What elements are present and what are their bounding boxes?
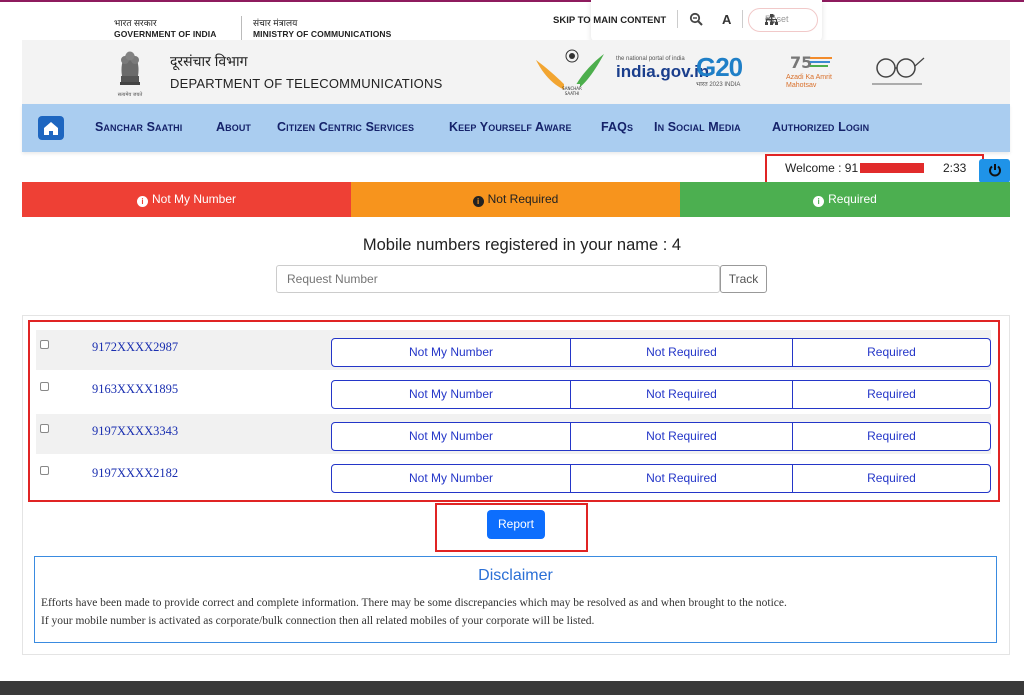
tab-label: Not Required [487,192,559,206]
logout-power-icon[interactable] [979,159,1010,183]
home-icon[interactable] [38,116,64,140]
department-hindi-title: दूरसंचार विभाग [170,53,248,69]
tab-required[interactable]: i Required [680,182,1010,217]
info-icon: i [813,196,825,207]
request-number-input[interactable] [276,265,720,293]
nav-authorized-login[interactable]: Authorized Login [772,120,869,134]
sitemap-icon[interactable] [765,14,778,29]
gov-hindi-text: भारत सरकार [114,18,157,28]
nav-faqs[interactable]: FAQs [601,120,633,134]
reset-button[interactable]: Reset [748,8,818,32]
info-icon: i [136,196,148,207]
government-strip: भारत सरकार GOVERNMENT OF INDIA संचार मंत… [0,2,1024,40]
g20-tagline: भारत 2023 INDIA [696,82,741,88]
disclaimer-title: Disclaimer [478,567,553,584]
tab-not-required[interactable]: i Not Required [351,182,680,217]
disclaimer-line-2: If your mobile number is activated as co… [41,615,595,627]
ministry-label: संचार मंत्रालय MINISTRY OF COMMUNICATION… [253,18,391,40]
nav-keep-yourself-aware[interactable]: Keep Yourself Aware [449,120,572,134]
svg-text:SAATHI: SAATHI [565,91,580,96]
tab-not-my-number[interactable]: i Not My Number [22,182,351,217]
page-heading: Mobile numbers registered in your name :… [362,236,682,254]
gov-separator [241,16,242,40]
g20-logo: G20 भारत 2023 INDIA [696,52,743,88]
nav-in-social-media[interactable]: In Social Media [654,120,741,134]
gov-english-text: GOVERNMENT OF INDIA [114,29,217,39]
ministry-english-text: MINISTRY OF COMMUNICATIONS [253,29,392,39]
tab-label: Required [828,192,877,206]
annotation-box-numbers [28,320,1000,502]
track-button[interactable]: Track [720,265,767,293]
skip-to-main-link[interactable]: SKIP TO MAIN CONTENT [553,15,666,26]
svg-text:75: 75 [790,53,812,72]
nav-about[interactable]: About [216,120,251,134]
government-of-india-label: भारत सरकार GOVERNMENT OF INDIA [114,18,217,40]
sanchar-saathi-logo: SANCHAR SAATHI [532,46,608,98]
azadi-ka-amrit-mahotsav-logo: 75 Azadi Ka Amrit Mahotsav [786,50,846,96]
swachh-bharat-logo [862,54,942,90]
disclaimer-box: Disclaimer Efforts have been made to pro… [34,556,997,643]
branding-header: सत्यमेव जयते दूरसंचार विभाग DEPARTMENT O… [22,40,1010,104]
g20-text: G20 [696,52,743,82]
tool-separator [677,10,678,28]
text-size-icon[interactable]: A [722,12,731,27]
nav-sanchar-saathi[interactable]: Sanchar Saathi [95,120,182,134]
info-icon: i [472,196,484,207]
annotation-box-report [435,503,588,552]
disclaimer-line-1: Efforts have been made to provide correc… [41,597,787,609]
national-emblem-icon: सत्यमेव जयते [112,46,148,100]
svg-text:सत्यमेव जयते: सत्यमेव जयते [118,91,143,98]
department-english-title: DEPARTMENT OF TELECOMMUNICATIONS [170,76,443,91]
tool-separator [742,10,743,28]
ministry-hindi-text: संचार मंत्रालय [253,18,298,28]
azadi-text: Azadi Ka Amrit Mahotsav [786,74,832,89]
page-footer [0,681,1024,695]
nav-citizen-centric-services[interactable]: Citizen Centric Services [277,120,414,134]
tab-label: Not My Number [151,192,237,206]
zoom-out-icon[interactable] [689,12,703,29]
main-navigation: Sanchar Saathi About Citizen Centric Ser… [22,104,1010,152]
